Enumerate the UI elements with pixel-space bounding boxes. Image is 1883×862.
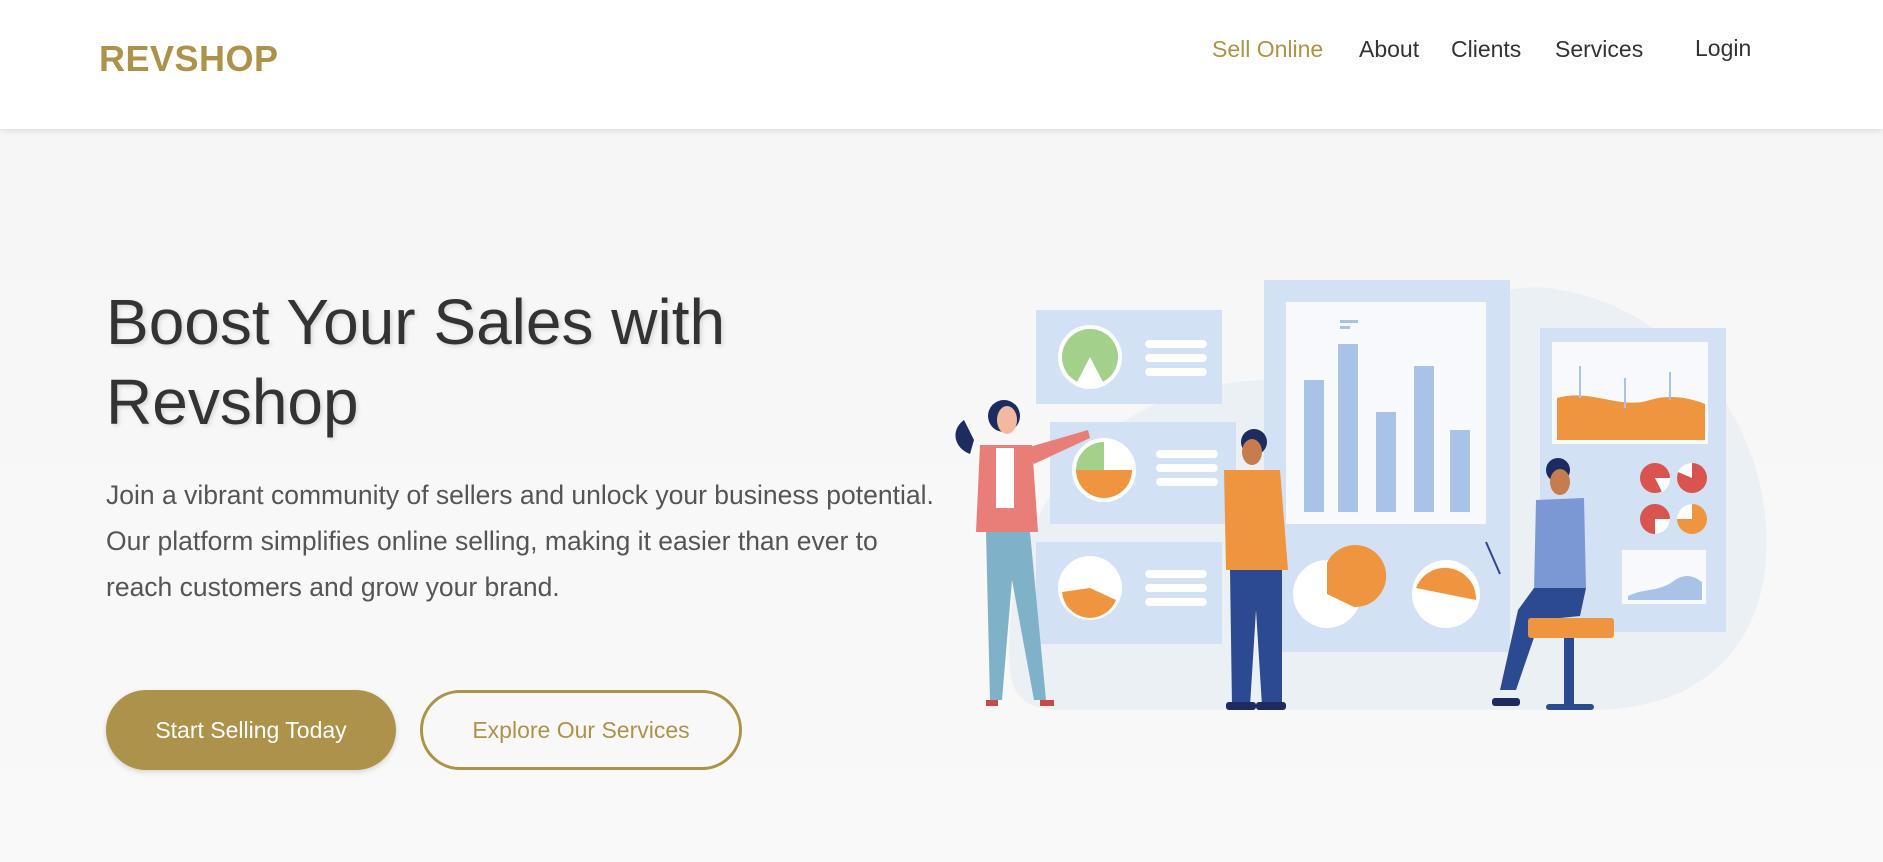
card-top-left — [1036, 310, 1222, 404]
nav-link-about[interactable]: About — [1359, 36, 1419, 63]
center-board — [1264, 280, 1510, 652]
hero-title-line-2: Revshop — [106, 366, 359, 438]
nav-link-services[interactable]: Services — [1555, 36, 1643, 63]
start-selling-button[interactable]: Start Selling Today — [106, 690, 396, 770]
explore-services-button[interactable]: Explore Our Services — [420, 690, 742, 770]
hero-illustration — [955, 280, 1767, 710]
main-nav: Sell Online About Clients Services Login — [0, 34, 1883, 64]
nav-link-clients[interactable]: Clients — [1451, 36, 1521, 63]
hero-title: Boost Your Sales with Revshop — [106, 282, 926, 442]
hero-title-line-1: Boost Your Sales with — [106, 286, 726, 358]
nav-link-sell-online[interactable]: Sell Online — [1212, 36, 1323, 63]
navbar: REVSHOP Sell Online About Clients Servic… — [0, 0, 1883, 129]
hero-description: Join a vibrant community of sellers and … — [106, 480, 934, 602]
card-bottom-left — [1036, 542, 1222, 644]
nav-link-login[interactable]: Login — [1695, 35, 1751, 62]
